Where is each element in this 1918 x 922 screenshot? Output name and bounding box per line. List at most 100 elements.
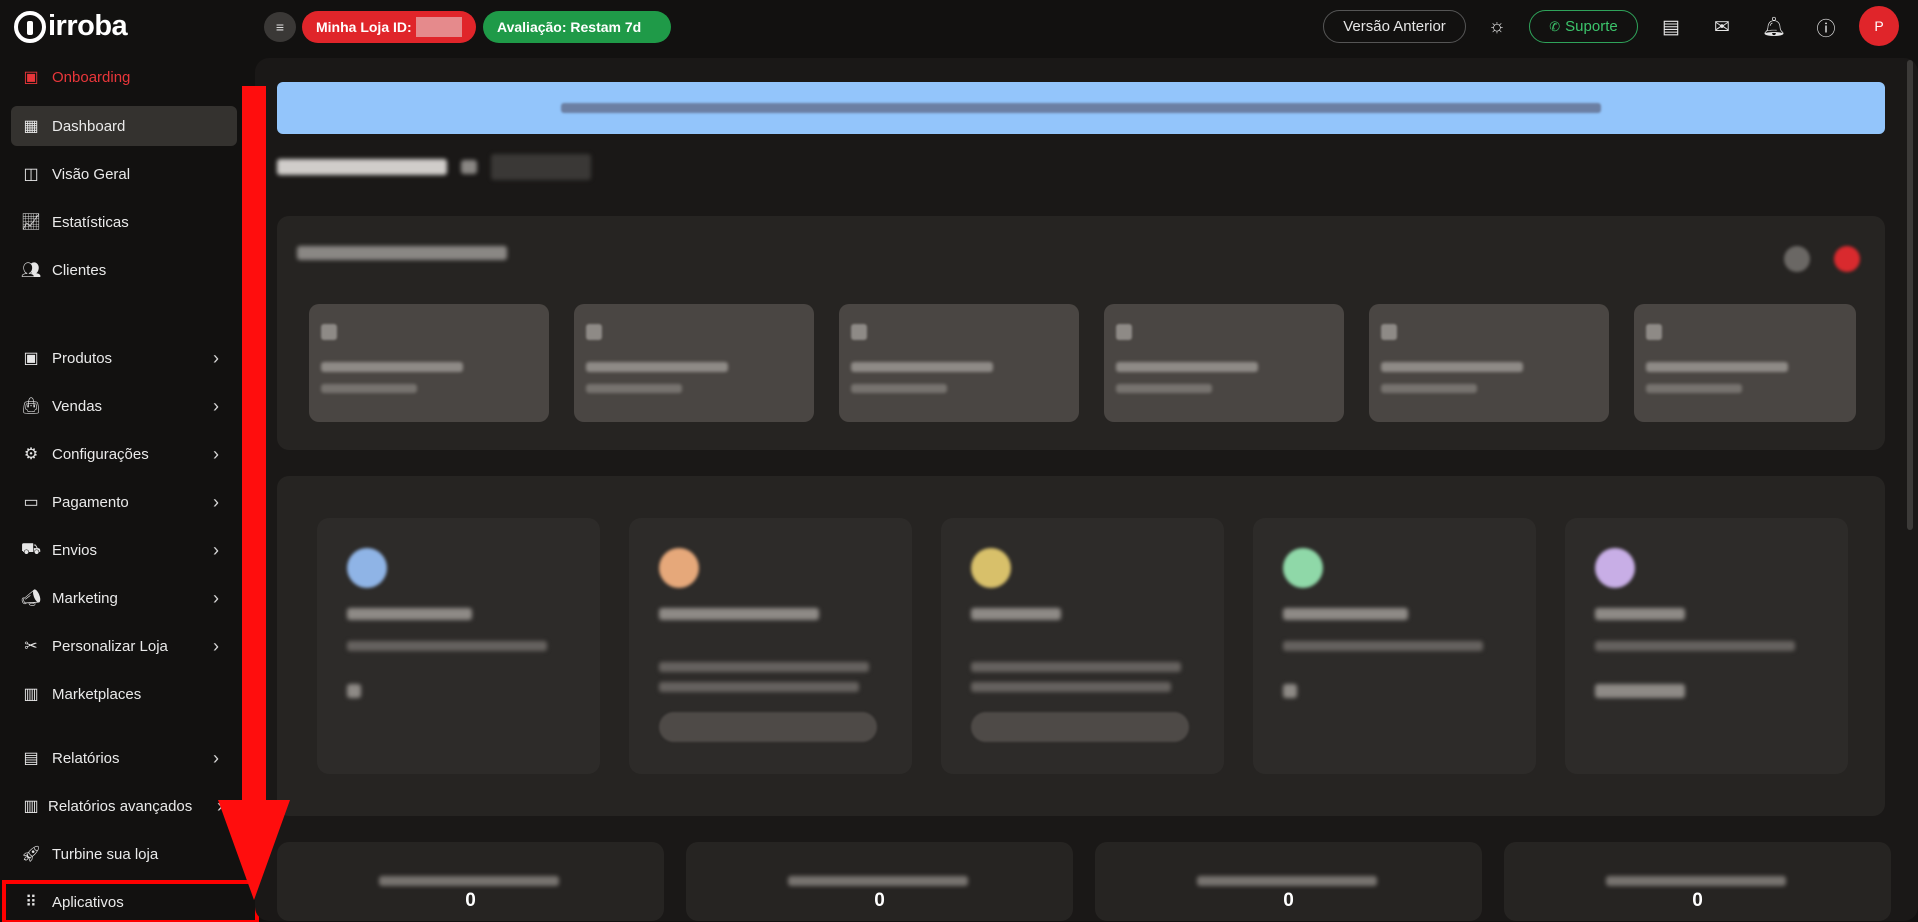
bottom-stat-value: 0 bbox=[1283, 890, 1294, 911]
sidebar-item-label: Dashboard bbox=[52, 117, 126, 135]
trial-badge[interactable]: Avaliação: Restam 7d bbox=[483, 11, 671, 43]
help-icon[interactable]: ⓘ bbox=[1811, 12, 1841, 42]
collapse-sidebar-button[interactable]: ≡ bbox=[264, 12, 296, 42]
card-icon: ▭ bbox=[23, 494, 39, 511]
bottom-stat-value: 0 bbox=[465, 890, 476, 911]
users-icon: 👥︎ bbox=[20, 262, 42, 279]
irroba-logo[interactable]: irroba bbox=[14, 10, 128, 43]
sidebar-item-label: Produtos bbox=[52, 349, 113, 367]
bottom-stat-card: 0 bbox=[1504, 842, 1891, 921]
period-selector-redacted[interactable] bbox=[491, 154, 591, 180]
stats-icon: 📈︎ bbox=[20, 214, 42, 231]
chevron-right-icon: › bbox=[213, 491, 219, 512]
sidebar-item-onboarding[interactable]: ▣ Onboarding bbox=[11, 57, 237, 97]
mail-icon[interactable]: ✉ bbox=[1707, 12, 1737, 42]
stat-icon bbox=[1283, 548, 1323, 588]
theme-toggle-icon[interactable]: ☼ bbox=[1482, 12, 1512, 42]
stat-card bbox=[1253, 518, 1536, 774]
sidebar-item-label: Configurações bbox=[52, 445, 149, 463]
layout-icon[interactable]: ▤ bbox=[1656, 12, 1686, 42]
report-icon: ▤ bbox=[23, 750, 39, 767]
bottom-stat-card: 0 bbox=[686, 842, 1073, 921]
bottom-stat-value: 0 bbox=[1692, 890, 1703, 911]
chevron-right-icon: › bbox=[213, 443, 219, 464]
configure-button[interactable] bbox=[971, 712, 1189, 742]
sidebar-item-payment[interactable]: ▭ Pagamento › bbox=[11, 482, 237, 522]
sidebar-item-label: Marketplaces bbox=[52, 685, 142, 703]
sidebar-item-boost-store[interactable]: 🚀︎ Turbine sua loja bbox=[11, 834, 237, 874]
chevron-right-icon: › bbox=[213, 635, 219, 656]
quick-access-header bbox=[277, 154, 591, 180]
sidebar-item-advanced-reports[interactable]: ▥ Relatórios avançados › bbox=[11, 786, 237, 826]
sidebar-item-settings[interactable]: ⚙ Configurações › bbox=[11, 434, 237, 474]
sidebar-item-overview[interactable]: ◫ Visão Geral bbox=[11, 154, 237, 194]
previous-version-button[interactable]: Versão Anterior bbox=[1323, 10, 1466, 43]
chevron-right-icon: › bbox=[213, 395, 219, 416]
store-id-badge[interactable]: Minha Loja ID: bbox=[302, 11, 476, 43]
stat-card bbox=[941, 518, 1224, 774]
sidebar-item-label: Aplicativos bbox=[52, 893, 124, 911]
bottom-stat-card: 0 bbox=[277, 842, 664, 921]
logo-mark-icon bbox=[14, 10, 46, 43]
sidebar-item-marketing[interactable]: 📣︎ Marketing › bbox=[11, 578, 237, 618]
sidebar-item-label: Relatórios avançados bbox=[48, 797, 193, 815]
sidebar-item-label: Turbine sua loja bbox=[52, 845, 159, 863]
sidebar-item-stats[interactable]: 📈︎ Estatísticas bbox=[11, 202, 237, 242]
sidebar-item-dashboard[interactable]: ▦ Dashboard bbox=[11, 106, 237, 146]
sidebar-item-sales[interactable]: 👜︎ Vendas › bbox=[11, 386, 237, 426]
metrics-card bbox=[277, 476, 1885, 816]
stat-icon bbox=[659, 548, 699, 588]
sidebar-item-customize-store[interactable]: ✂ Personalizar Loja › bbox=[11, 626, 237, 666]
advanced-report-icon: ▥ bbox=[23, 798, 39, 815]
stat-icon bbox=[1595, 548, 1635, 588]
gear-icon: ⚙ bbox=[23, 446, 39, 463]
quick-card[interactable] bbox=[574, 304, 814, 422]
quick-card[interactable] bbox=[309, 304, 549, 422]
sidebar-item-label: Marketing bbox=[52, 589, 118, 607]
bag-icon: 👜︎ bbox=[20, 398, 42, 415]
sidebar-item-shipping[interactable]: ⛟ Envios › bbox=[11, 530, 237, 570]
quick-settings-card bbox=[277, 216, 1885, 450]
settings-toggle-icon[interactable] bbox=[1784, 246, 1810, 272]
info-icon bbox=[461, 160, 477, 174]
quick-card[interactable] bbox=[1369, 304, 1609, 422]
user-avatar[interactable]: P bbox=[1859, 6, 1899, 46]
info-banner[interactable] bbox=[277, 82, 1885, 134]
sidebar-item-label: Envios bbox=[52, 541, 98, 559]
sidebar-item-reports[interactable]: ▤ Relatórios › bbox=[11, 738, 237, 778]
chevron-right-icon: › bbox=[213, 539, 219, 560]
configure-button[interactable] bbox=[659, 712, 877, 742]
rocket-icon: 🚀︎ bbox=[20, 846, 42, 863]
sidebar-item-label: Vendas bbox=[52, 397, 103, 415]
sidebar-item-label: Clientes bbox=[52, 261, 107, 279]
box-icon: ▣ bbox=[23, 350, 39, 367]
stat-card bbox=[629, 518, 912, 774]
sidebar-item-clients[interactable]: 👥︎ Clientes bbox=[11, 250, 237, 290]
onboarding-icon: ▣ bbox=[23, 69, 39, 86]
main-content bbox=[255, 58, 1918, 921]
bell-icon[interactable]: 🔔︎ bbox=[1759, 12, 1789, 42]
support-label: Suporte bbox=[1565, 18, 1618, 35]
truck-icon: ⛟ bbox=[20, 541, 42, 558]
quick-card[interactable] bbox=[1634, 304, 1856, 422]
stat-icon bbox=[971, 548, 1011, 588]
close-icon[interactable] bbox=[1834, 246, 1860, 272]
megaphone-icon: 📣︎ bbox=[20, 590, 42, 607]
bottom-stat-card: 0 bbox=[1095, 842, 1482, 921]
support-button[interactable]: ✆ Suporte bbox=[1529, 10, 1638, 43]
sidebar-item-label: Relatórios bbox=[52, 749, 120, 767]
apps-icon: ⠿ bbox=[25, 894, 37, 911]
sidebar-item-label: Estatísticas bbox=[52, 213, 129, 231]
sidebar-item-label: Pagamento bbox=[52, 493, 129, 511]
top-bar: irroba ≡ Minha Loja ID: Avaliação: Resta… bbox=[0, 0, 1918, 52]
sidebar-item-label: Onboarding bbox=[52, 68, 131, 86]
quick-card[interactable] bbox=[1104, 304, 1344, 422]
sidebar-item-marketplaces[interactable]: ▥ Marketplaces bbox=[11, 674, 237, 714]
sidebar-item-products[interactable]: ▣ Produtos › bbox=[11, 338, 237, 378]
quick-card[interactable] bbox=[839, 304, 1079, 422]
store-id-redacted bbox=[415, 17, 462, 37]
store-icon: ▥ bbox=[23, 686, 39, 703]
overview-icon: ◫ bbox=[23, 166, 39, 183]
menu-collapse-icon: ≡ bbox=[275, 19, 285, 35]
scrollbar-thumb[interactable] bbox=[1907, 60, 1913, 530]
